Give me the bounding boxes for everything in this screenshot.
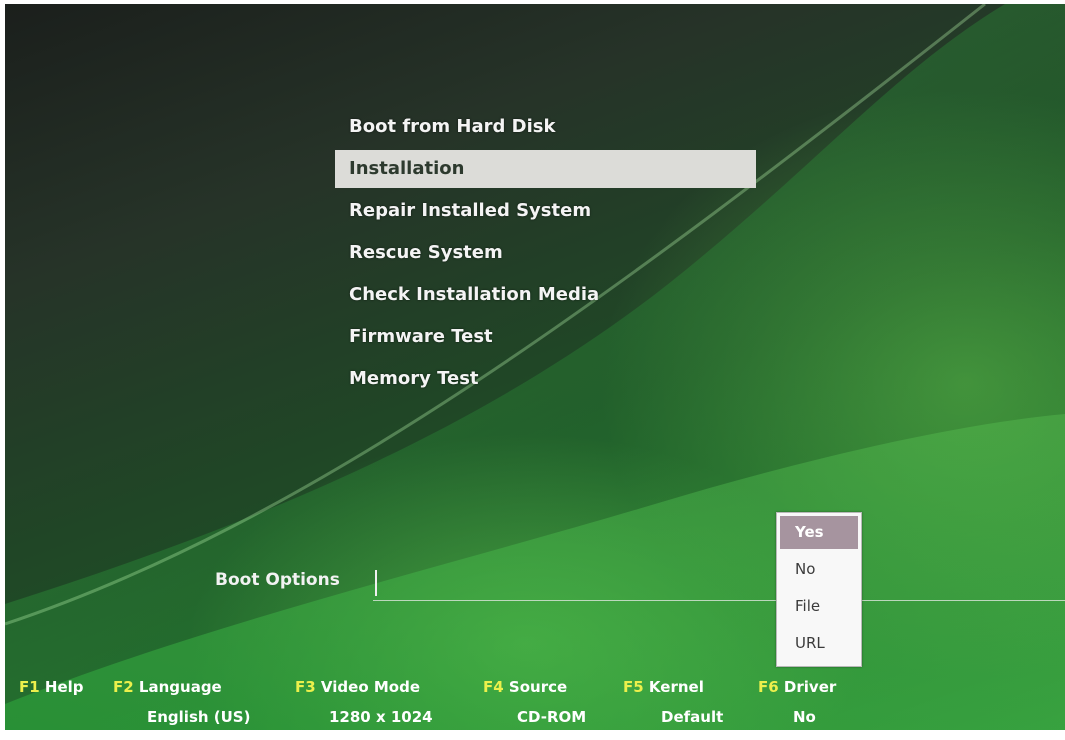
fkey-value-source: CD-ROM	[517, 708, 587, 726]
fkey-language[interactable]: F2 Language	[113, 678, 222, 696]
boot-options-row: Boot Options	[215, 568, 1065, 602]
menu-item-memory-test[interactable]: Memory Test	[335, 360, 775, 402]
text-cursor	[375, 570, 377, 596]
fkey-label: F6	[758, 678, 779, 696]
boot-screen: Boot from Hard Disk Installation Repair …	[5, 4, 1065, 730]
fkey-label: F4	[483, 678, 504, 696]
fkey-label: F3	[295, 678, 316, 696]
fkey-video-mode[interactable]: F3 Video Mode	[295, 678, 420, 696]
fkey-value-driver: No	[793, 708, 816, 726]
menu-item-check-installation-media[interactable]: Check Installation Media	[335, 276, 775, 318]
dropdown-option-yes[interactable]: Yes	[780, 516, 858, 549]
fkey-name: Help	[44, 678, 84, 696]
dropdown-option-file[interactable]: File	[780, 588, 858, 625]
boot-options-label: Boot Options	[215, 570, 340, 590]
fkey-label: F1	[19, 678, 40, 696]
menu-item-repair-installed-system[interactable]: Repair Installed System	[335, 192, 775, 234]
menu-item-boot-from-hard-disk[interactable]: Boot from Hard Disk	[335, 108, 775, 150]
menu-item-installation[interactable]: Installation	[335, 150, 756, 188]
fkey-label: F5	[623, 678, 644, 696]
fkey-driver[interactable]: F6 Driver	[758, 678, 836, 696]
fkey-name: Kernel	[648, 678, 704, 696]
menu-item-firmware-test[interactable]: Firmware Test	[335, 318, 775, 360]
fkey-label: F2	[113, 678, 134, 696]
fkey-name: Driver	[783, 678, 837, 696]
dropdown-option-no[interactable]: No	[780, 551, 858, 588]
fkey-name: Language	[138, 678, 222, 696]
boot-menu: Boot from Hard Disk Installation Repair …	[335, 108, 775, 402]
fkey-name: Source	[508, 678, 568, 696]
fkey-name: Video Mode	[320, 678, 420, 696]
fkey-value-kernel: Default	[661, 708, 724, 726]
dropdown-option-url[interactable]: URL	[780, 625, 858, 662]
menu-item-rescue-system[interactable]: Rescue System	[335, 234, 775, 276]
fkey-help[interactable]: F1 Help	[19, 678, 84, 696]
fkey-value-video-mode: 1280 x 1024	[329, 708, 433, 726]
boot-options-input[interactable]	[373, 568, 1065, 601]
fkey-kernel[interactable]: F5 Kernel	[623, 678, 704, 696]
fkey-source[interactable]: F4 Source	[483, 678, 567, 696]
function-key-bar: F1 Help F2 Language English (US) F3 Vide…	[5, 678, 1065, 728]
driver-dropdown[interactable]: Yes No File URL	[776, 512, 862, 667]
fkey-value-language: English (US)	[147, 708, 251, 726]
